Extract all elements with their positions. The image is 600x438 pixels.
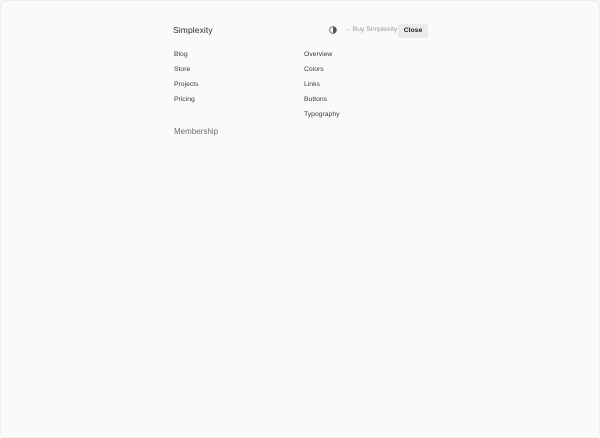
- nav-item-projects[interactable]: Projects: [174, 79, 199, 94]
- nav-item-pricing[interactable]: Pricing: [174, 94, 199, 109]
- site-title[interactable]: Simplexity: [173, 25, 213, 35]
- nav-item-typography[interactable]: Typography: [304, 109, 340, 124]
- nav-item-overview[interactable]: Overview: [304, 49, 340, 64]
- style-guide-nav-list: Overview Colors Links Buttons Typography: [304, 49, 340, 124]
- close-button[interactable]: Close: [398, 24, 428, 38]
- nav-item-links[interactable]: Links: [304, 79, 340, 94]
- contrast-circle-icon[interactable]: [329, 26, 337, 34]
- nav-item-store[interactable]: Store: [174, 64, 199, 79]
- nav-item-buttons[interactable]: Buttons: [304, 94, 340, 109]
- main-nav-list: Blog Store Projects Pricing: [174, 49, 199, 109]
- nav-item-blog[interactable]: Blog: [174, 49, 199, 64]
- nav-item-colors[interactable]: Colors: [304, 64, 340, 79]
- membership-heading: Membership: [174, 127, 219, 136]
- menu-overlay: Simplexity → Buy Simplexity Close Blog S…: [1, 1, 599, 437]
- buy-simplexity-link[interactable]: → Buy Simplexity: [344, 26, 397, 33]
